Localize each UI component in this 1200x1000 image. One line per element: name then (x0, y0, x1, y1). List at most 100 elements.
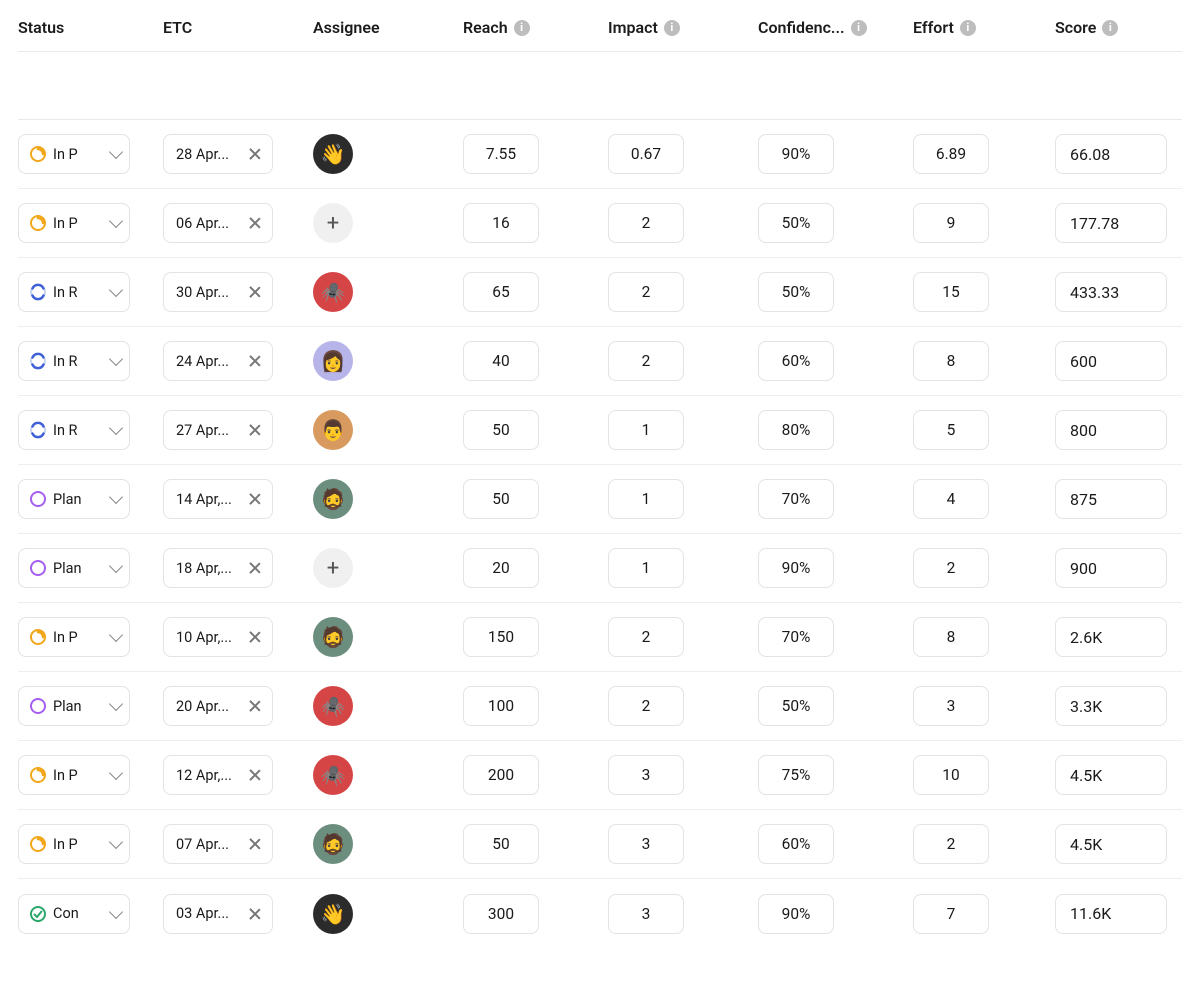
clear-etc-icon[interactable] (248, 768, 262, 782)
score-value[interactable]: 11.6K (1055, 894, 1167, 934)
impact-input[interactable]: 2 (608, 341, 684, 381)
clear-etc-icon[interactable] (248, 561, 262, 575)
add-assignee-button[interactable]: + (313, 203, 353, 243)
impact-input[interactable]: 2 (608, 617, 684, 657)
effort-input[interactable]: 2 (913, 548, 989, 588)
score-value[interactable]: 4.5K (1055, 755, 1167, 795)
etc-chip[interactable]: 18 Apr,... (163, 548, 273, 588)
reach-input[interactable]: 7.55 (463, 134, 539, 174)
clear-etc-icon[interactable] (248, 285, 262, 299)
status-select[interactable]: Plan (18, 548, 130, 588)
impact-input[interactable]: 3 (608, 894, 684, 934)
add-assignee-button[interactable]: + (313, 548, 353, 588)
confidence-input[interactable]: 80% (758, 410, 834, 450)
clear-etc-icon[interactable] (248, 699, 262, 713)
clear-etc-icon[interactable] (248, 354, 262, 368)
etc-chip[interactable]: 20 Apr... (163, 686, 273, 726)
column-header[interactable]: Impacti (608, 18, 758, 37)
info-icon[interactable]: i (1102, 20, 1118, 36)
clear-etc-icon[interactable] (248, 837, 262, 851)
reach-input[interactable]: 20 (463, 548, 539, 588)
reach-input[interactable]: 50 (463, 410, 539, 450)
info-icon[interactable]: i (851, 20, 867, 36)
assignee-avatar[interactable]: 👨 (313, 410, 353, 450)
effort-input[interactable]: 6.89 (913, 134, 989, 174)
confidence-input[interactable]: 60% (758, 824, 834, 864)
confidence-input[interactable]: 90% (758, 134, 834, 174)
confidence-input[interactable]: 70% (758, 617, 834, 657)
confidence-input[interactable]: 90% (758, 894, 834, 934)
status-select[interactable]: In P (18, 755, 130, 795)
assignee-avatar[interactable]: 🧔 (313, 479, 353, 519)
effort-input[interactable]: 7 (913, 894, 989, 934)
etc-chip[interactable]: 24 Apr... (163, 341, 273, 381)
effort-input[interactable]: 8 (913, 341, 989, 381)
status-select[interactable]: In P (18, 134, 130, 174)
impact-input[interactable]: 1 (608, 479, 684, 519)
effort-input[interactable]: 10 (913, 755, 989, 795)
reach-input[interactable]: 40 (463, 341, 539, 381)
impact-input[interactable]: 0.67 (608, 134, 684, 174)
assignee-avatar[interactable]: 🕷️ (313, 755, 353, 795)
reach-input[interactable]: 200 (463, 755, 539, 795)
etc-chip[interactable]: 12 Apr,... (163, 755, 273, 795)
assignee-avatar[interactable]: 🕷️ (313, 686, 353, 726)
etc-chip[interactable]: 03 Apr... (163, 894, 273, 934)
clear-etc-icon[interactable] (248, 907, 262, 921)
reach-input[interactable]: 150 (463, 617, 539, 657)
etc-chip[interactable]: 06 Apr... (163, 203, 273, 243)
impact-input[interactable]: 1 (608, 548, 684, 588)
assignee-avatar[interactable]: 🧔 (313, 824, 353, 864)
etc-chip[interactable]: 28 Apr... (163, 134, 273, 174)
reach-input[interactable]: 300 (463, 894, 539, 934)
status-select[interactable]: In R (18, 272, 130, 312)
confidence-input[interactable]: 75% (758, 755, 834, 795)
impact-input[interactable]: 2 (608, 686, 684, 726)
confidence-input[interactable]: 50% (758, 272, 834, 312)
reach-input[interactable]: 50 (463, 824, 539, 864)
score-value[interactable]: 875 (1055, 479, 1167, 519)
column-header[interactable]: Confidenc...i (758, 18, 913, 37)
info-icon[interactable]: i (960, 20, 976, 36)
confidence-input[interactable]: 60% (758, 341, 834, 381)
column-header[interactable]: Efforti (913, 18, 1055, 37)
status-select[interactable]: Plan (18, 479, 130, 519)
status-select[interactable]: In R (18, 341, 130, 381)
assignee-avatar[interactable]: 👋 (313, 894, 353, 934)
etc-chip[interactable]: 30 Apr... (163, 272, 273, 312)
impact-input[interactable]: 3 (608, 824, 684, 864)
score-value[interactable]: 900 (1055, 548, 1167, 588)
effort-input[interactable]: 2 (913, 824, 989, 864)
info-icon[interactable]: i (514, 20, 530, 36)
column-header[interactable]: Assignee (313, 18, 463, 37)
score-value[interactable]: 66.08 (1055, 134, 1167, 174)
reach-input[interactable]: 100 (463, 686, 539, 726)
impact-input[interactable]: 2 (608, 203, 684, 243)
confidence-input[interactable]: 70% (758, 479, 834, 519)
status-select[interactable]: Plan (18, 686, 130, 726)
clear-etc-icon[interactable] (248, 492, 262, 506)
effort-input[interactable]: 3 (913, 686, 989, 726)
confidence-input[interactable]: 50% (758, 203, 834, 243)
confidence-input[interactable]: 90% (758, 548, 834, 588)
reach-input[interactable]: 65 (463, 272, 539, 312)
assignee-avatar[interactable]: 🕷️ (313, 272, 353, 312)
status-select[interactable]: In P (18, 824, 130, 864)
effort-input[interactable]: 9 (913, 203, 989, 243)
clear-etc-icon[interactable] (248, 630, 262, 644)
assignee-avatar[interactable]: 🧔 (313, 617, 353, 657)
column-header[interactable]: ETC (163, 18, 313, 37)
etc-chip[interactable]: 14 Apr,... (163, 479, 273, 519)
assignee-avatar[interactable]: 👋 (313, 134, 353, 174)
reach-input[interactable]: 50 (463, 479, 539, 519)
score-value[interactable]: 433.33 (1055, 272, 1167, 312)
assignee-avatar[interactable]: 👩 (313, 341, 353, 381)
etc-chip[interactable]: 27 Apr... (163, 410, 273, 450)
etc-chip[interactable]: 07 Apr... (163, 824, 273, 864)
score-value[interactable]: 600 (1055, 341, 1167, 381)
score-value[interactable]: 3.3K (1055, 686, 1167, 726)
effort-input[interactable]: 5 (913, 410, 989, 450)
column-header[interactable]: Scorei (1055, 18, 1200, 37)
status-select[interactable]: Con (18, 894, 130, 934)
score-value[interactable]: 177.78 (1055, 203, 1167, 243)
